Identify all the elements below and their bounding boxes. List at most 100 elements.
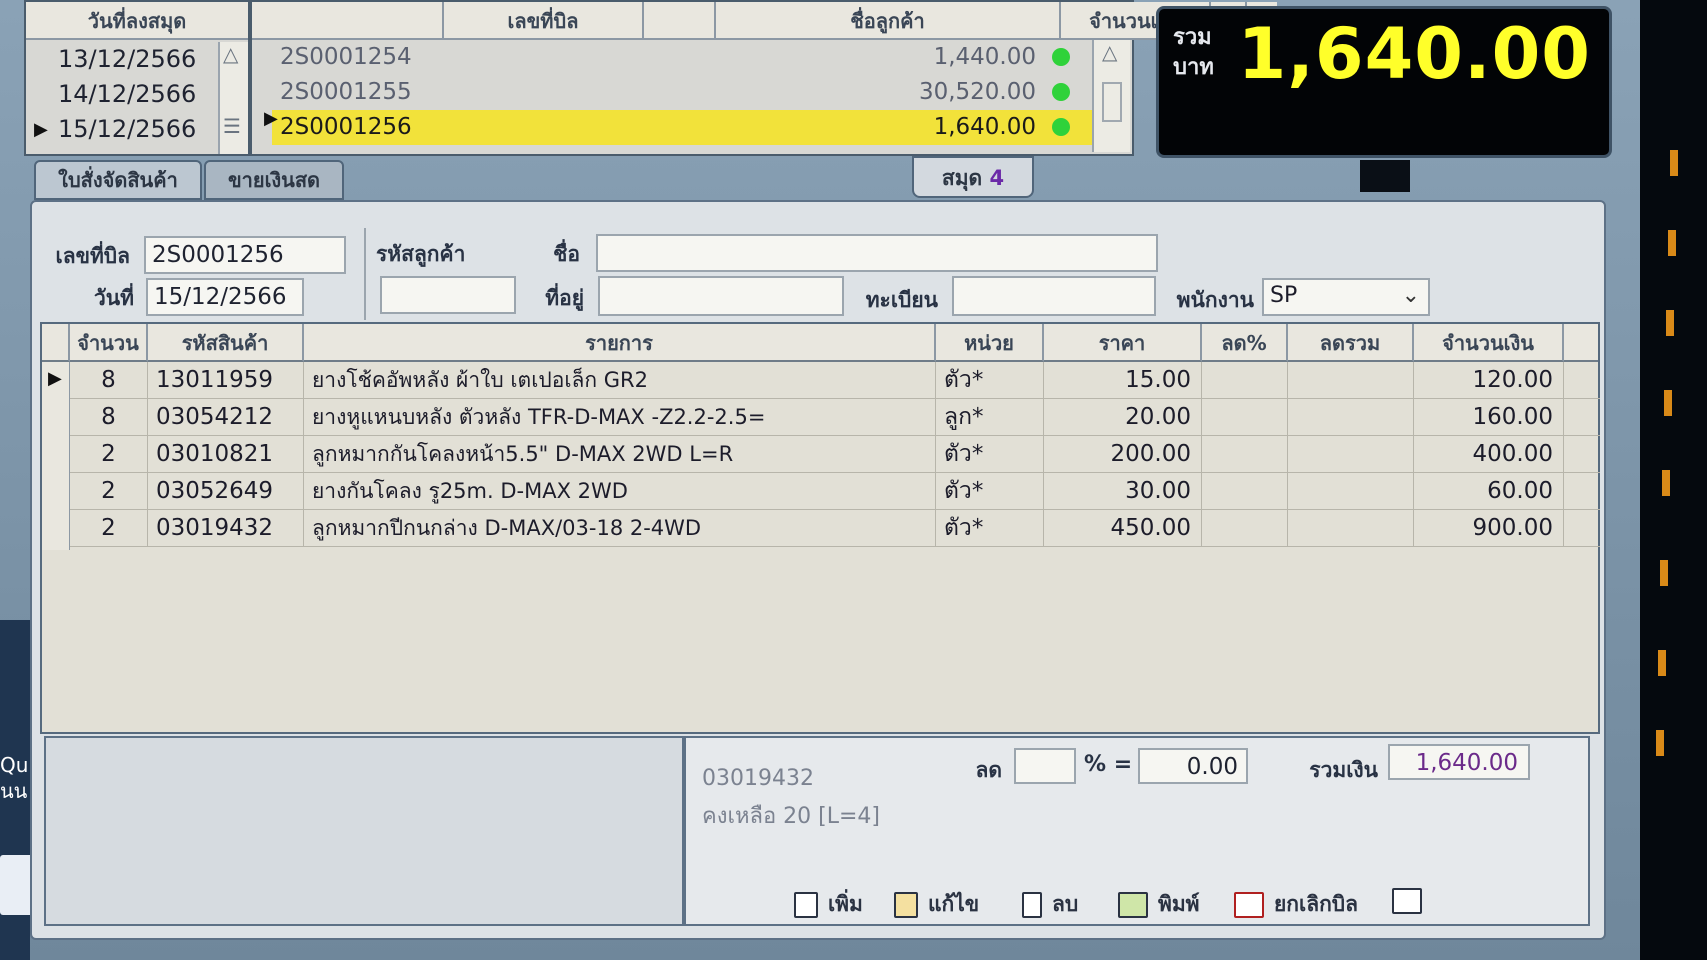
code-column-header[interactable]: รหัสสินค้า <box>148 324 304 362</box>
qty-cell[interactable]: 2 <box>70 473 148 510</box>
monitor-bezel <box>1640 0 1707 960</box>
registration-field[interactable] <box>952 276 1156 316</box>
discount-total-cell[interactable] <box>1288 510 1414 547</box>
qty-cell[interactable]: 8 <box>70 362 148 399</box>
amount-cell[interactable]: 160.00 <box>1414 399 1564 436</box>
percent-equals-label: % = <box>1084 752 1133 777</box>
code-cell[interactable]: 03054212 <box>148 399 304 436</box>
date-field[interactable]: 15/12/2566 <box>146 278 304 316</box>
discount-pct-cell[interactable] <box>1202 510 1288 547</box>
price-cell[interactable]: 450.00 <box>1044 510 1202 547</box>
discount-pct-cell[interactable] <box>1202 436 1288 473</box>
price-cell[interactable]: 20.00 <box>1044 399 1202 436</box>
table-row[interactable]: 2 03019432 ลูกหมากปีกนกล่าง D-MAX/03-18 … <box>70 510 1600 547</box>
scroll-up-icon[interactable]: △ <box>1102 40 1117 64</box>
description-cell[interactable]: ยางหูแหนบหลัง ตัวหลัง TFR-D-MAX -Z2.2-2.… <box>304 399 936 436</box>
print-button[interactable]: พิมพ์ <box>1118 888 1200 921</box>
discount-pct-field[interactable] <box>1014 748 1076 784</box>
discount-total-cell[interactable] <box>1288 399 1414 436</box>
bill-list-scrollbar[interactable]: △ <box>1092 40 1130 152</box>
code-cell[interactable]: 03010821 <box>148 436 304 473</box>
qty-cell[interactable]: 8 <box>70 399 148 436</box>
amount-cell[interactable]: 400.00 <box>1414 436 1564 473</box>
date-list-scrollbar[interactable]: △ ☰ <box>218 42 248 154</box>
description-cell[interactable]: ลูกหมากกันโคลงหน้า5.5" D-MAX 2WD L=R <box>304 436 936 473</box>
price-cell[interactable]: 200.00 <box>1044 436 1202 473</box>
bill-no-field[interactable]: 2S0001256 <box>144 236 346 274</box>
unit-column-header[interactable]: หน่วย <box>936 324 1044 362</box>
staff-select[interactable]: SP ⌄ <box>1262 278 1430 316</box>
table-row[interactable]: 8 13011959 ยางโช้คอัพหลัง ผ้าใบ เตเปอเล็… <box>70 362 1600 399</box>
code-cell[interactable]: 13011959 <box>148 362 304 399</box>
customer-column-header[interactable]: ชื่อลูกค้า <box>716 2 1061 40</box>
bill-row[interactable]: 2S0001255 30,520.00 <box>272 75 1102 110</box>
qty-cell[interactable]: 2 <box>70 510 148 547</box>
scroll-thumb[interactable] <box>1102 82 1122 122</box>
sum-value-field[interactable]: 1,640.00 <box>1388 744 1530 780</box>
divider <box>364 228 366 320</box>
book-indicator: สมุด 4 <box>912 156 1034 198</box>
table-row[interactable]: 2 03010821 ลูกหมากกันโคลงหน้า5.5" D-MAX … <box>70 436 1600 473</box>
unit-cell[interactable]: ตัว* <box>936 436 1044 473</box>
date-item-label: 15/12/2566 <box>58 115 197 143</box>
grid-header-gutter <box>42 324 70 362</box>
table-row[interactable]: 2 03052649 ยางกันโคลง รู25m. D-MAX 2WD ต… <box>70 473 1600 510</box>
description-cell[interactable]: ยางกันโคลง รู25m. D-MAX 2WD <box>304 473 936 510</box>
bill-row-selected[interactable]: 2S0001256 1,640.00 <box>272 110 1102 145</box>
price-column-header[interactable]: ราคา <box>1044 324 1202 362</box>
discount-total-cell[interactable] <box>1288 473 1414 510</box>
discount-total-cell[interactable] <box>1288 362 1414 399</box>
qty-cell[interactable]: 2 <box>70 436 148 473</box>
unit-cell[interactable]: ตัว* <box>936 473 1044 510</box>
sum-label: รวมเงิน <box>1309 758 1378 782</box>
add-button-label: เพิ่ม <box>828 892 863 916</box>
unit-cell[interactable]: ตัว* <box>936 510 1044 547</box>
date-item-selected[interactable]: ▶ 15/12/2566 <box>26 112 218 147</box>
code-cell[interactable]: 03052649 <box>148 473 304 510</box>
amount-cell[interactable]: 120.00 <box>1414 362 1564 399</box>
edit-button[interactable]: แก้ไข <box>894 888 979 921</box>
description-column-header[interactable]: รายการ <box>304 324 936 362</box>
discount-value-field[interactable]: 0.00 <box>1138 748 1248 784</box>
chevron-down-icon[interactable]: ⌄ <box>1402 280 1420 312</box>
status-indicator-icon <box>1052 118 1070 136</box>
bill-no-column-header[interactable]: เลขที่บิล <box>444 2 644 40</box>
price-cell[interactable]: 30.00 <box>1044 473 1202 510</box>
browser-desktop-icon[interactable] <box>0 855 34 915</box>
discount-pct-column-header[interactable]: ลด% <box>1202 324 1288 362</box>
table-row[interactable]: 8 03054212 ยางหูแหนบหลัง ตัวหลัง TFR-D-M… <box>70 399 1600 436</box>
tab-cash-sale[interactable]: ขายเงินสด <box>204 160 344 200</box>
price-cell[interactable]: 15.00 <box>1044 362 1202 399</box>
bill-row[interactable]: 2S0001254 1,440.00 <box>272 40 1102 75</box>
bill-row-amount: 1,440.00 <box>933 44 1036 70</box>
amount-column-header[interactable]: จำนวนเงิน <box>1414 324 1564 362</box>
discount-pct-cell[interactable] <box>1202 362 1288 399</box>
delete-button[interactable]: ลบ <box>1022 888 1078 921</box>
unit-cell[interactable]: ลูก* <box>936 399 1044 436</box>
date-item[interactable]: 14/12/2566 <box>26 77 218 112</box>
edit-document-icon <box>894 892 918 918</box>
calculator-button[interactable] <box>1392 888 1432 914</box>
row-pointer-icon: ▶ <box>264 108 278 129</box>
scroll-down-icon[interactable]: ☰ <box>223 114 241 138</box>
discount-total-column-header[interactable]: ลดรวม <box>1288 324 1414 362</box>
discount-pct-cell[interactable] <box>1202 399 1288 436</box>
cancel-bill-button[interactable]: ยกเลิกบิล <box>1234 888 1358 921</box>
name-field[interactable] <box>596 234 1158 272</box>
delete-button-label: ลบ <box>1052 892 1079 916</box>
unit-cell[interactable]: ตัว* <box>936 362 1044 399</box>
customer-code-field[interactable] <box>380 276 516 314</box>
date-item[interactable]: 13/12/2566 <box>26 42 218 77</box>
amount-cell[interactable]: 900.00 <box>1414 510 1564 547</box>
discount-total-cell[interactable] <box>1288 436 1414 473</box>
description-cell[interactable]: ยางโช้คอัพหลัง ผ้าใบ เตเปอเล็ก GR2 <box>304 362 936 399</box>
add-button[interactable]: เพิ่ม <box>794 888 863 921</box>
description-cell[interactable]: ลูกหมากปีกนกล่าง D-MAX/03-18 2-4WD <box>304 510 936 547</box>
qty-column-header[interactable]: จำนวน <box>70 324 148 362</box>
discount-pct-cell[interactable] <box>1202 473 1288 510</box>
code-cell[interactable]: 03019432 <box>148 510 304 547</box>
tab-delivery-order[interactable]: ใบสั่งจัดสินค้า <box>34 160 202 200</box>
scroll-up-icon[interactable]: △ <box>223 42 238 66</box>
address-field[interactable] <box>598 276 844 316</box>
amount-cell[interactable]: 60.00 <box>1414 473 1564 510</box>
